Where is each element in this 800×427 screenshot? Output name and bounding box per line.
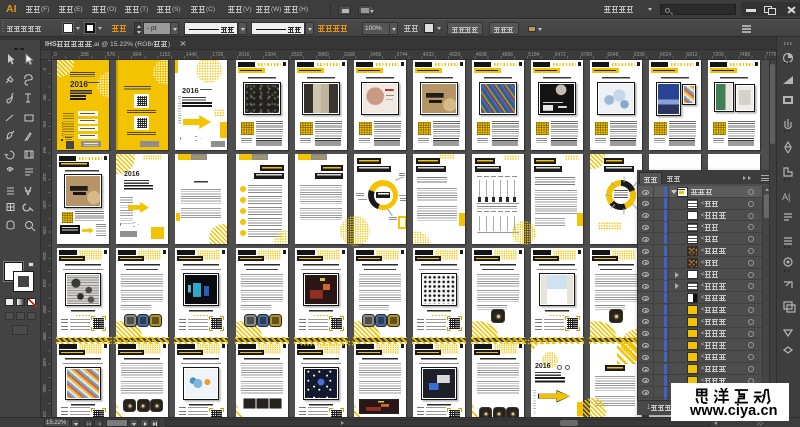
svg-text:A|: A| (782, 192, 790, 202)
